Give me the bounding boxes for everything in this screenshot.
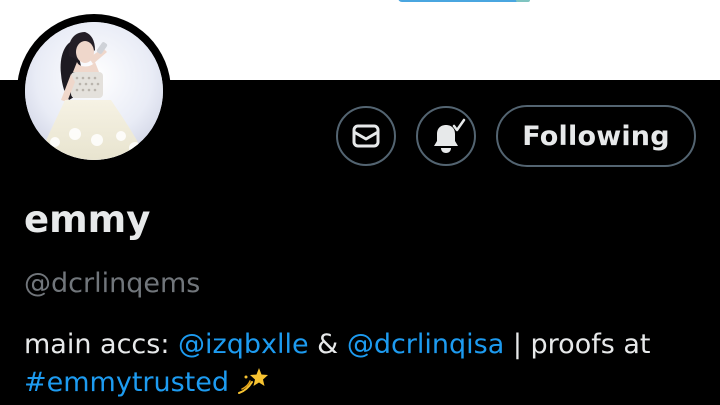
- avatar[interactable]: [25, 22, 163, 160]
- avatar-image: [25, 22, 163, 160]
- bio-mention-link[interactable]: @dcrlinqisa: [347, 329, 504, 360]
- envelope-icon: [352, 124, 380, 148]
- bio-text: | proofs at: [504, 329, 651, 360]
- following-button[interactable]: Following: [496, 105, 696, 167]
- bio-text: main accs:: [24, 329, 179, 360]
- banner-graphic: [398, 0, 520, 2]
- profile-bio: main accs: @izqbxlle & @dcrlinqisa | pro…: [24, 326, 704, 405]
- username-handle: @dcrlinqems: [24, 268, 201, 299]
- message-button[interactable]: [336, 106, 396, 166]
- banner-graphic-accent: [516, 0, 530, 2]
- dizzy-star-emoji-icon: [237, 365, 269, 405]
- profile-header: Following emmy @dcrlinqems main accs: @i…: [0, 0, 720, 405]
- bio-mention-link[interactable]: @izqbxlle: [178, 329, 309, 360]
- bell-check-icon: [434, 118, 466, 153]
- notifications-button[interactable]: [416, 106, 476, 166]
- display-name: emmy: [24, 198, 151, 241]
- bio-hashtag-link[interactable]: #emmytrusted: [24, 367, 229, 398]
- bio-text: &: [308, 329, 347, 360]
